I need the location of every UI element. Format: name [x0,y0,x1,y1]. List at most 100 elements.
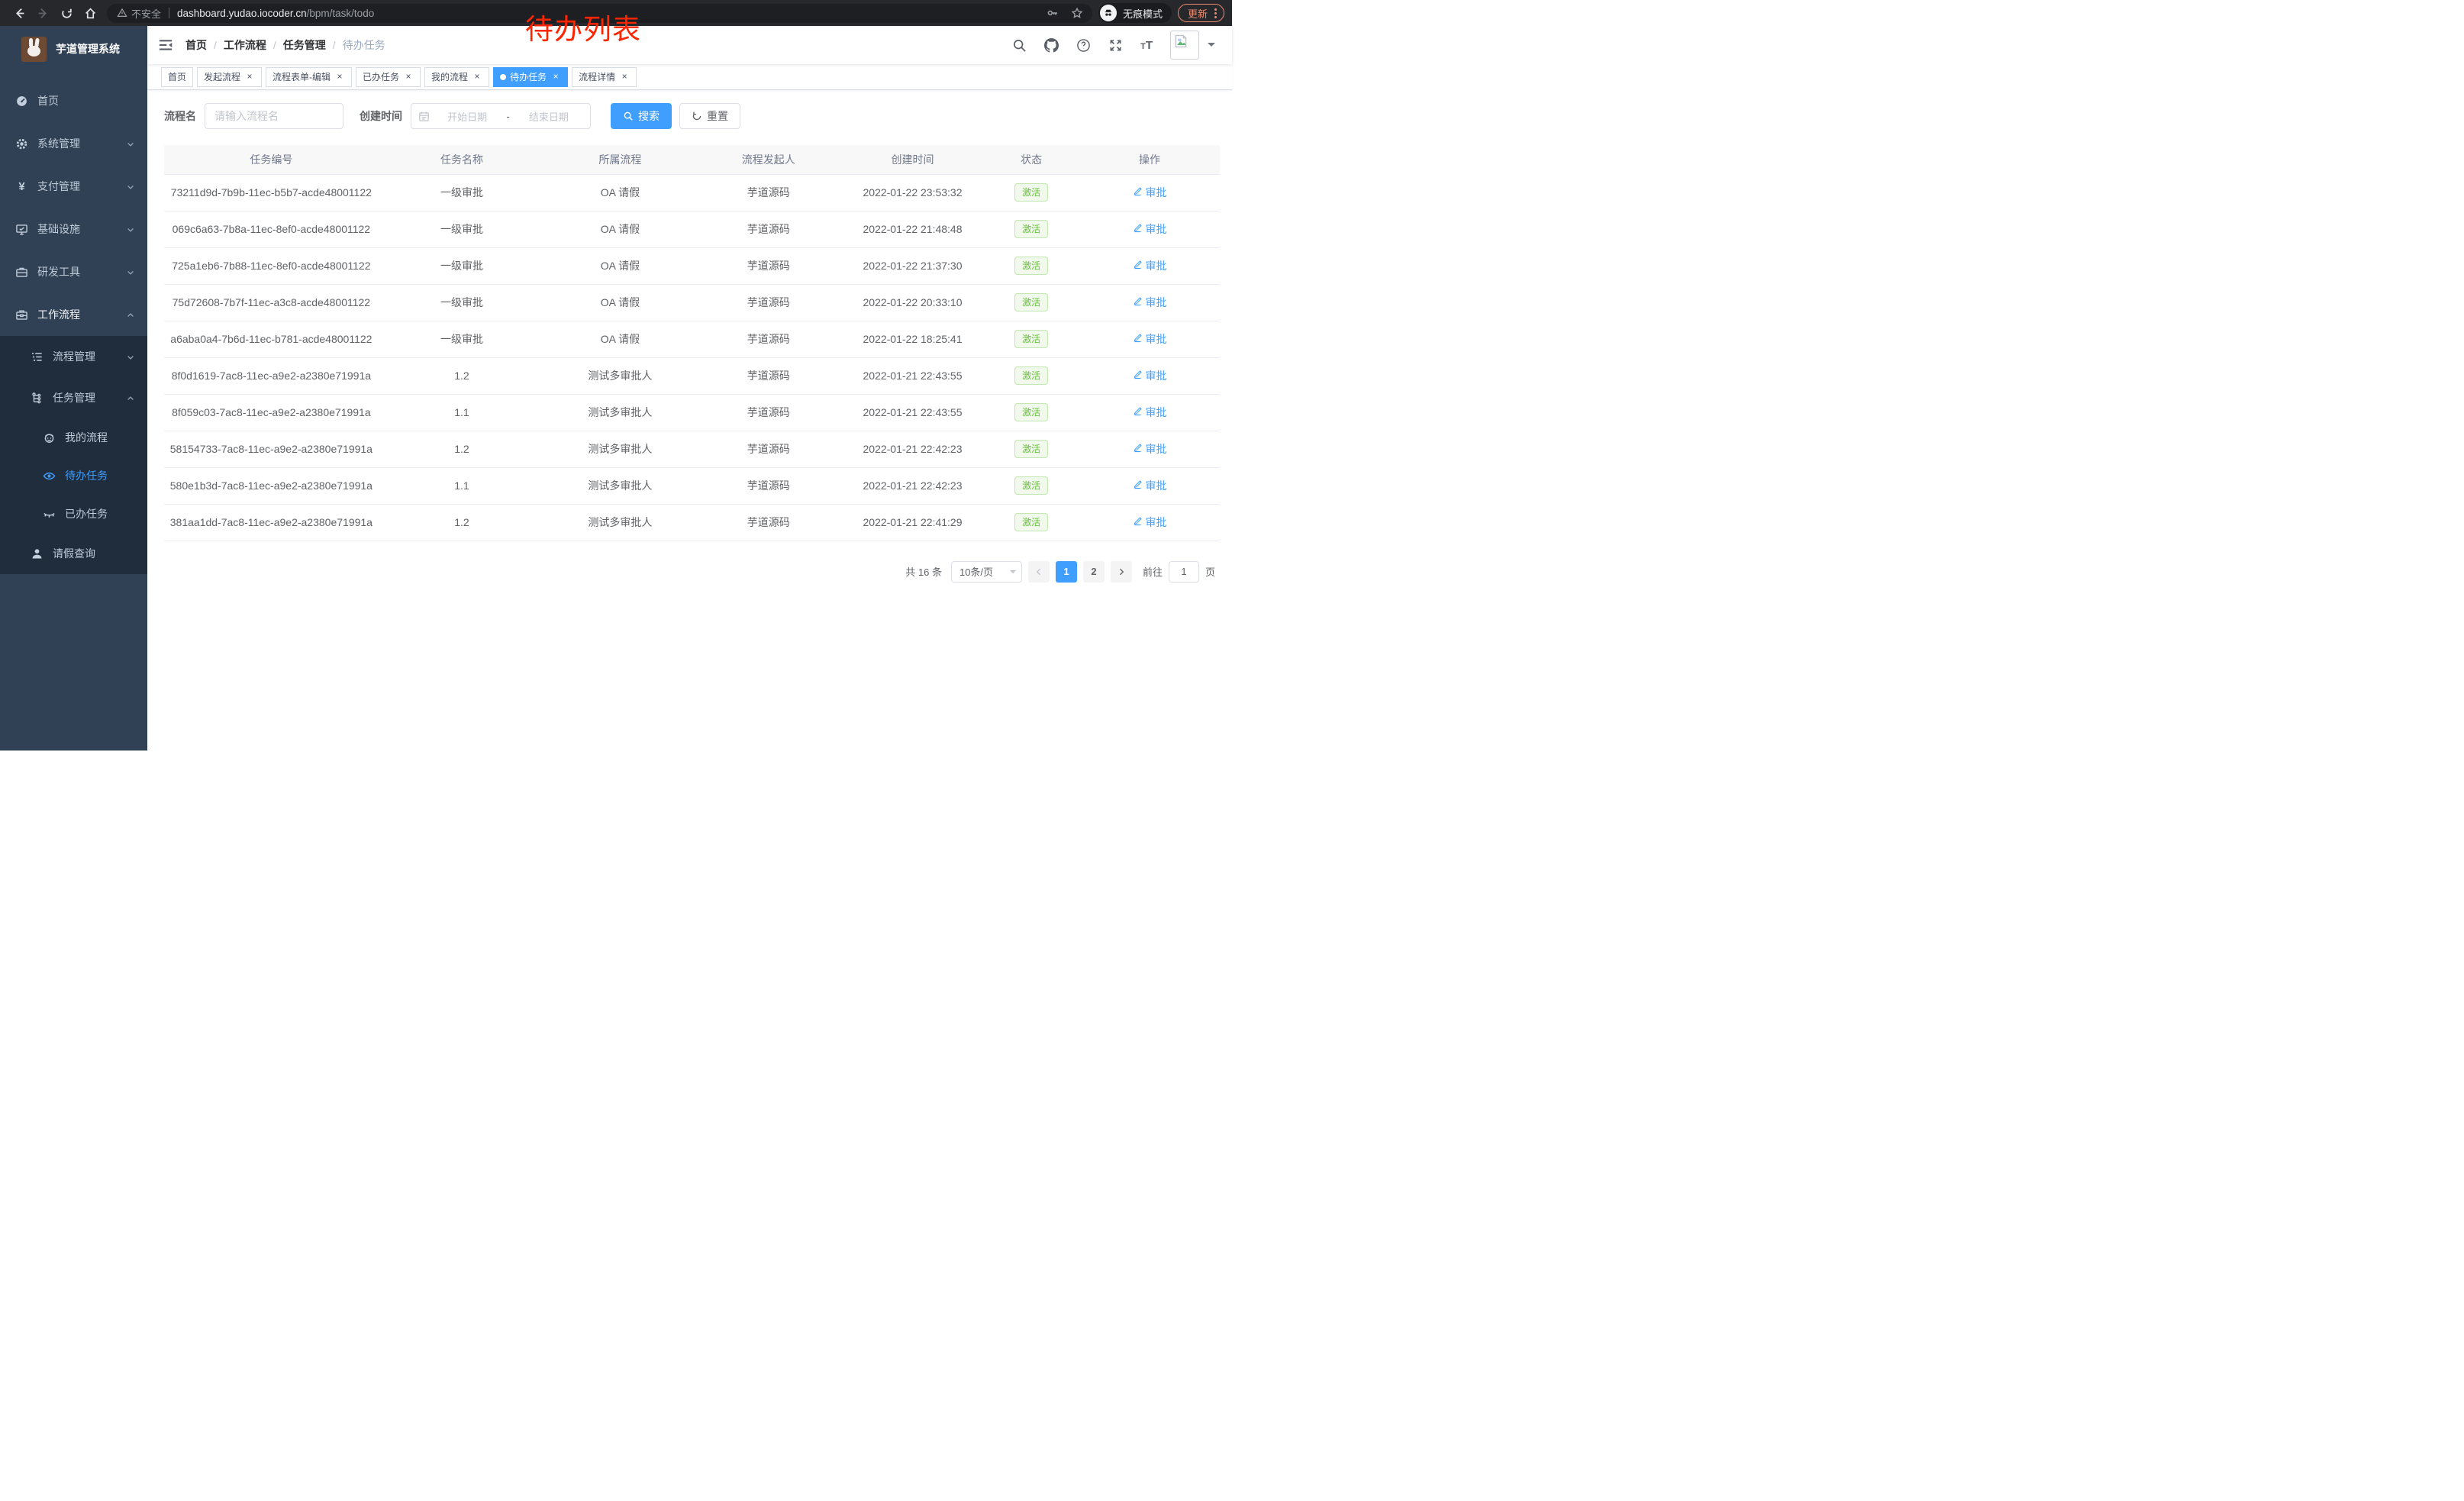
app-logo[interactable]: 芋道管理系统 [0,26,147,72]
sidebar-item-robot[interactable]: 我的流程 [0,418,147,457]
sidebar-item-dashboard[interactable]: 首页 [0,79,147,122]
address-bar[interactable]: 不安全 dashboard.yudao.iocoder.cn/bpm/task/… [107,4,1092,23]
reload-icon[interactable] [60,7,73,20]
security-label[interactable]: 不安全 [131,6,161,21]
tab-item[interactable]: 发起流程 × [197,67,262,87]
page-number-button[interactable]: 2 [1083,561,1105,583]
url-text[interactable]: dashboard.yudao.iocoder.cn/bpm/task/todo [177,8,1039,19]
status-cell: 激活 [983,211,1079,247]
question-icon[interactable] [1076,38,1091,53]
edit-icon [1133,443,1143,455]
edit-icon [1133,516,1143,528]
breadcrumb: 首页/工作流程/任务管理/待办任务 [185,37,1012,53]
not-secure-warning-icon [117,8,127,18]
page-size-select[interactable]: 10条/页 [951,561,1022,583]
close-icon[interactable]: × [244,72,255,82]
back-icon[interactable] [13,7,26,20]
avatar-caret-icon[interactable] [1208,43,1215,50]
close-icon[interactable]: × [403,72,414,82]
approve-button[interactable]: 审批 [1133,258,1167,273]
breadcrumb-item[interactable]: 首页 [185,37,207,53]
status-cell: 激活 [983,357,1079,394]
status-badge: 激活 [1014,293,1048,311]
breadcrumb-item[interactable]: 工作流程 [224,37,266,53]
approve-button[interactable]: 审批 [1133,515,1167,530]
date-range-picker[interactable]: 开始日期 - 结束日期 [411,103,591,129]
approve-button[interactable]: 审批 [1133,185,1167,200]
browser-update-button[interactable]: 更新 [1178,4,1224,22]
sidebar-item-briefcase[interactable]: 工作流程 [0,293,147,336]
app-title: 芋道管理系统 [56,41,120,56]
goto-page-input[interactable] [1169,561,1199,583]
sidebar-item-eye-open[interactable]: 待办任务 [0,457,147,495]
approve-button[interactable]: 审批 [1133,405,1167,420]
sidebar-item-label: 研发工具 [37,264,80,279]
date-range-separator: - [505,111,511,122]
bookmark-star-icon[interactable] [1071,7,1083,19]
initiator-cell: 芋道源码 [695,321,842,357]
process-cell: 测试多审批人 [545,431,695,467]
approve-button[interactable]: 审批 [1133,478,1167,493]
page-number-button[interactable]: 1 [1056,561,1077,583]
sidebar-item-user[interactable]: 请假查询 [0,533,147,574]
tab-item[interactable]: 首页 [161,67,193,87]
edit-icon [1133,333,1143,345]
action-cell: 审批 [1079,504,1220,541]
sidebar-item-eye-closed[interactable]: 已办任务 [0,495,147,533]
yen-icon: ¥ [15,180,28,193]
sidebar-item-yen[interactable]: ¥支付管理 [0,165,147,208]
close-icon[interactable]: × [550,72,561,82]
sidebar-item-org-tree[interactable]: 任务管理 [0,377,147,418]
task-name-cell: 1.1 [379,394,546,431]
created-cell: 2022-01-21 22:43:55 [842,394,983,431]
reset-button[interactable]: 重置 [679,103,740,129]
tab-item[interactable]: 我的流程× [424,67,489,87]
breadcrumb-item[interactable]: 任务管理 [283,37,326,53]
browser-menu-icon[interactable] [1214,8,1217,18]
home-icon[interactable] [84,7,97,20]
avatar[interactable] [1170,31,1199,60]
sidebar-item-list-tree[interactable]: 流程管理 [0,336,147,377]
sidebar-menu: 首页系统管理¥支付管理基础设施研发工具工作流程流程管理任务管理我的流程待办任务已… [0,72,147,574]
approve-button[interactable]: 审批 [1133,331,1167,347]
task-id-cell: 8f0d1619-7ac8-11ec-a9e2-a2380e71991a [164,357,379,394]
table-row: 725a1eb6-7b88-11ec-8ef0-acde48001122一级审批… [164,247,1220,284]
tab-item[interactable]: 流程详情× [572,67,637,87]
github-icon[interactable] [1044,38,1059,53]
update-label[interactable]: 更新 [1188,6,1208,21]
dashboard-icon [15,95,28,108]
sidebar-item-monitor[interactable]: 基础设施 [0,208,147,250]
initiator-cell: 芋道源码 [695,211,842,247]
tab-item[interactable]: 流程表单-编辑× [266,67,352,87]
approve-button[interactable]: 审批 [1133,441,1167,457]
approve-button[interactable]: 审批 [1133,221,1167,237]
close-icon[interactable]: × [619,72,630,82]
end-date-input[interactable]: 结束日期 [514,109,583,124]
text-size-icon[interactable]: TT [1140,40,1153,51]
close-icon[interactable]: × [334,72,345,82]
search-icon[interactable] [1012,38,1027,53]
fullscreen-icon[interactable] [1108,38,1123,53]
process-name-input[interactable] [205,103,343,129]
search-button[interactable]: 搜索 [611,103,672,129]
sidebar-collapse-icon[interactable] [158,37,173,53]
approve-button[interactable]: 审批 [1133,295,1167,310]
tab-item[interactable]: 已办任务× [356,67,421,87]
incognito-label: 无痕模式 [1123,6,1163,21]
password-key-icon[interactable] [1047,7,1059,19]
task-table: 任务编号任务名称所属流程流程发起人创建时间状态操作 73211d9d-7b9b-… [164,145,1220,541]
approve-button[interactable]: 审批 [1133,368,1167,383]
close-icon[interactable]: × [472,72,482,82]
sidebar-item-toolbox[interactable]: 研发工具 [0,250,147,293]
tab-active[interactable]: 待办任务× [493,67,568,87]
table-row: 73211d9d-7b9b-11ec-b5b7-acde48001122一级审批… [164,174,1220,211]
start-date-input[interactable]: 开始日期 [433,109,502,124]
sidebar-item-gear[interactable]: 系统管理 [0,122,147,165]
next-page-button[interactable] [1111,561,1132,583]
task-name-cell: 一级审批 [379,284,546,321]
created-cell: 2022-01-22 20:33:10 [842,284,983,321]
tab-label: 发起流程 [204,70,240,83]
sidebar-item-label: 基础设施 [37,221,80,237]
created-cell: 2022-01-22 21:48:48 [842,211,983,247]
pagination: 共 16 条10条/页12前往页 [164,561,1220,583]
